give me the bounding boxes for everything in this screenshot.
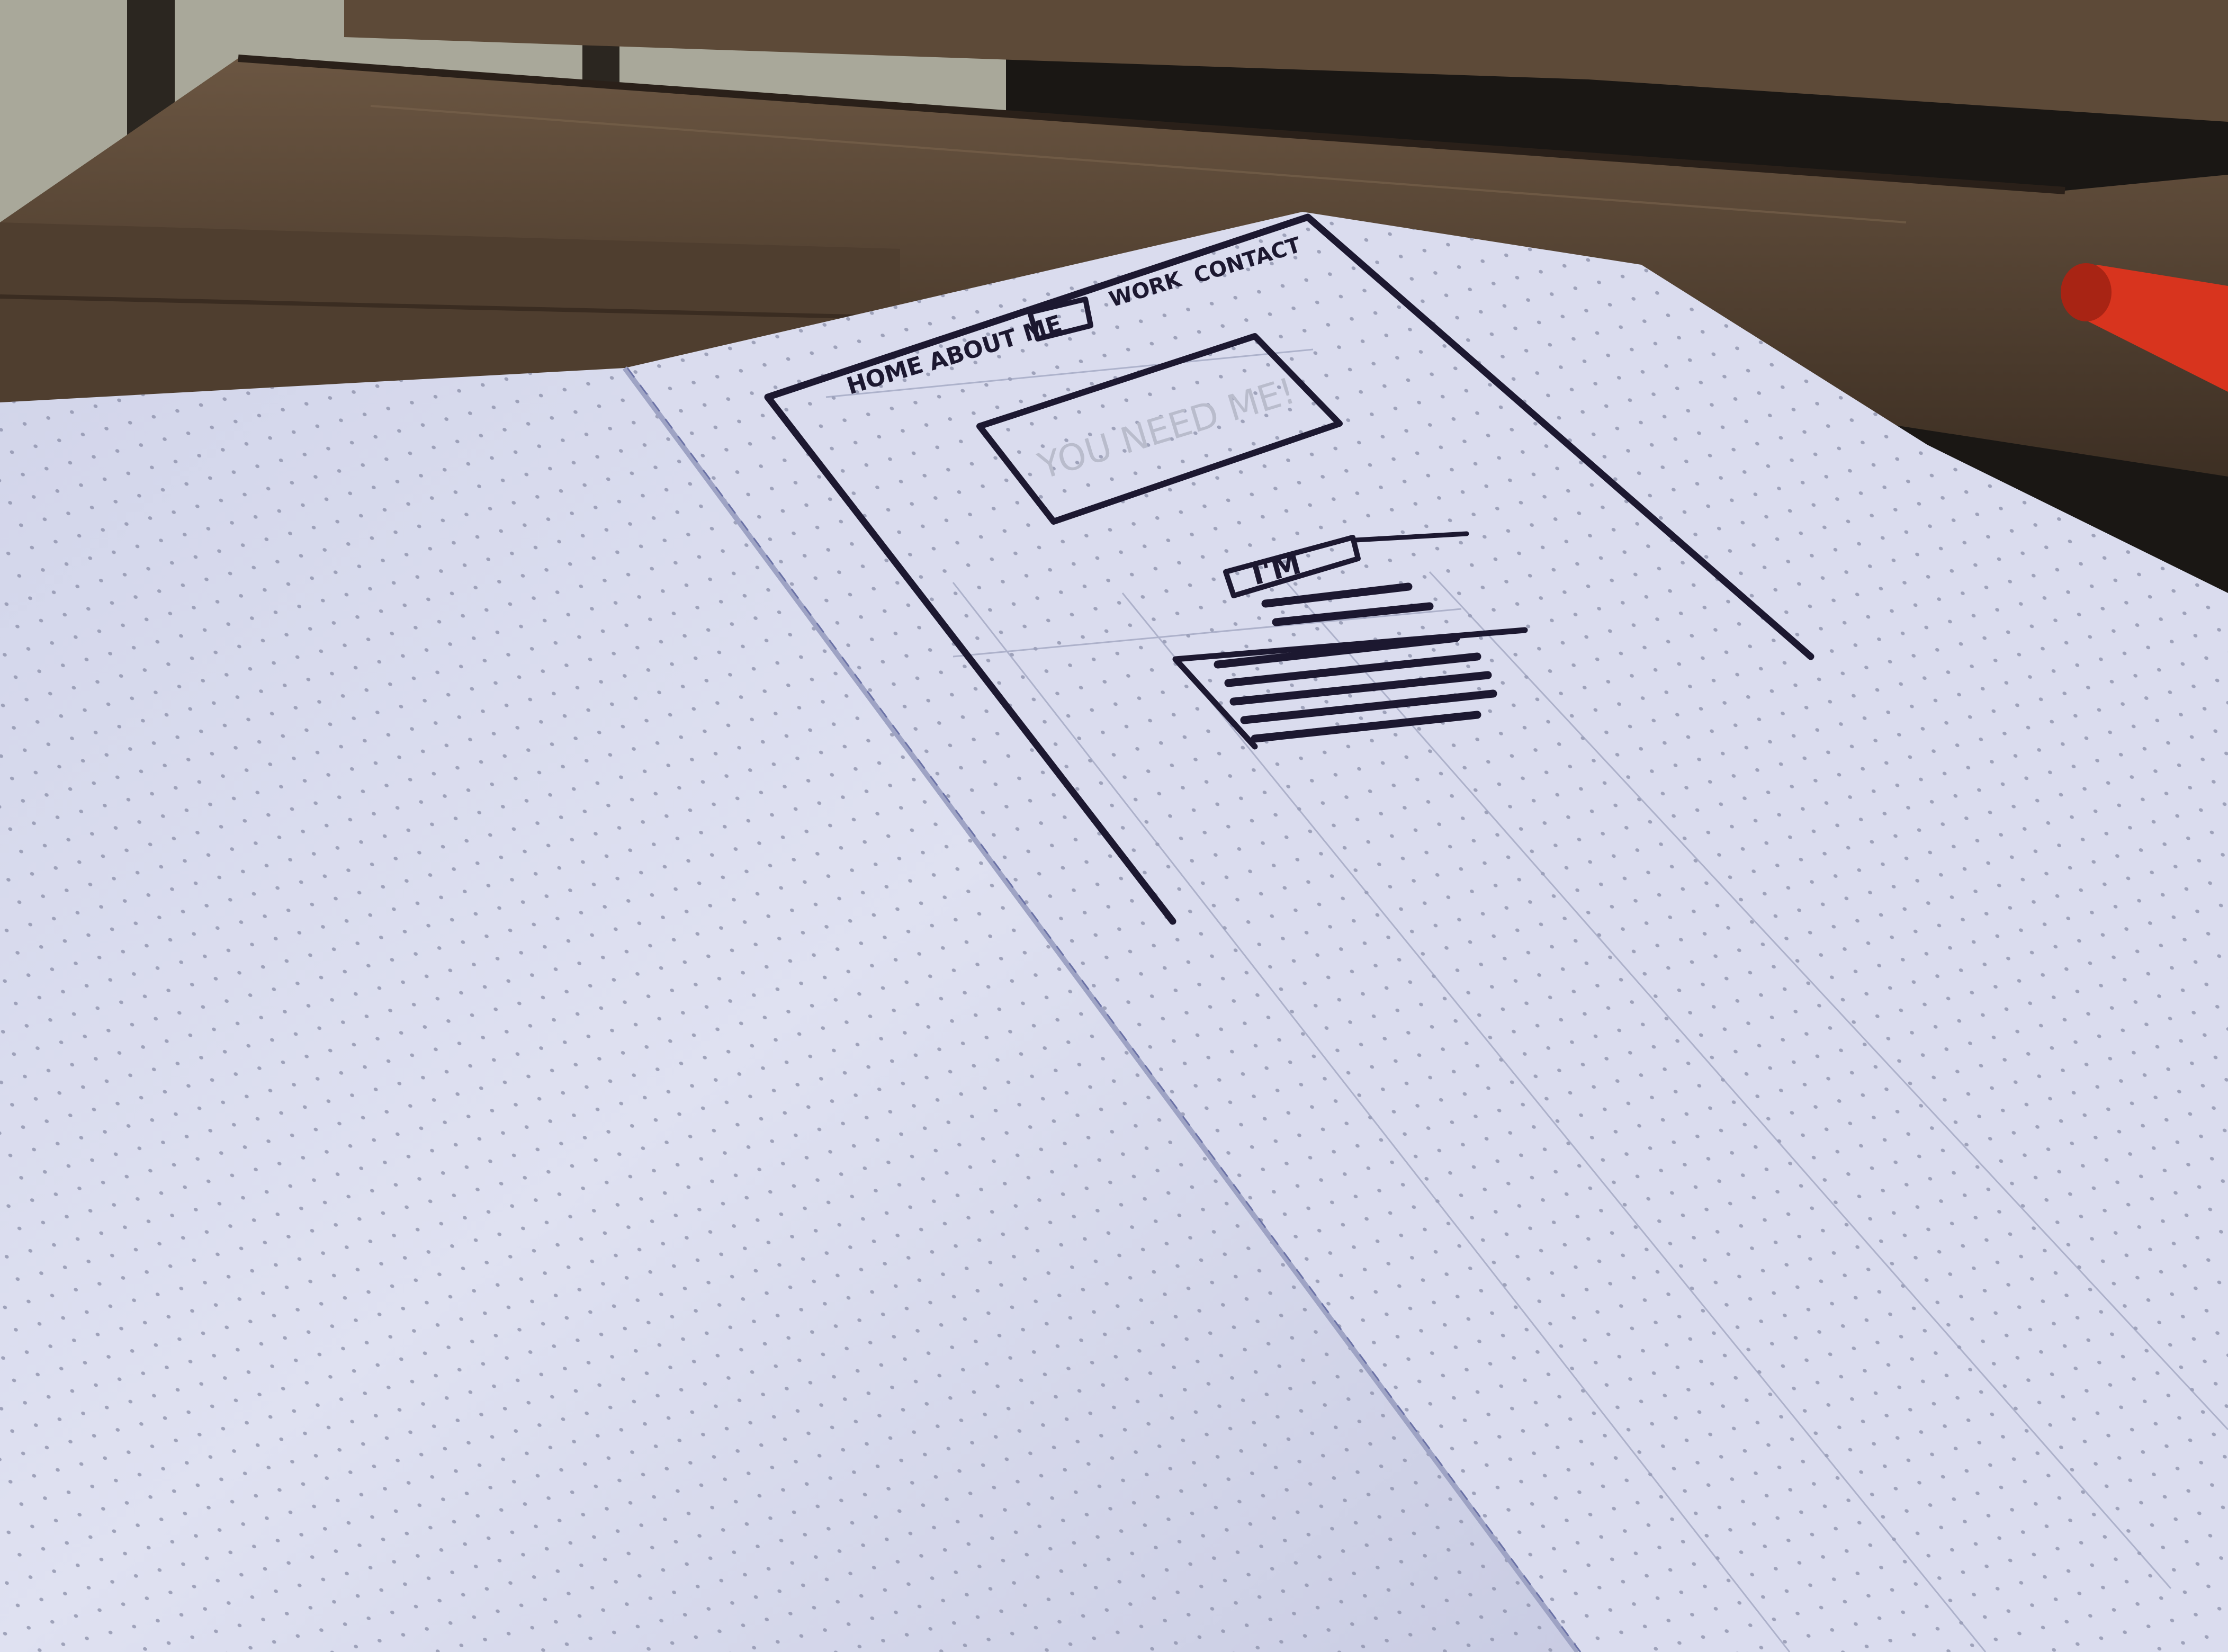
photo-scene: HOME ABOUT ME WORK CONTACT YOU NEED ME! … xyxy=(0,0,2228,1652)
